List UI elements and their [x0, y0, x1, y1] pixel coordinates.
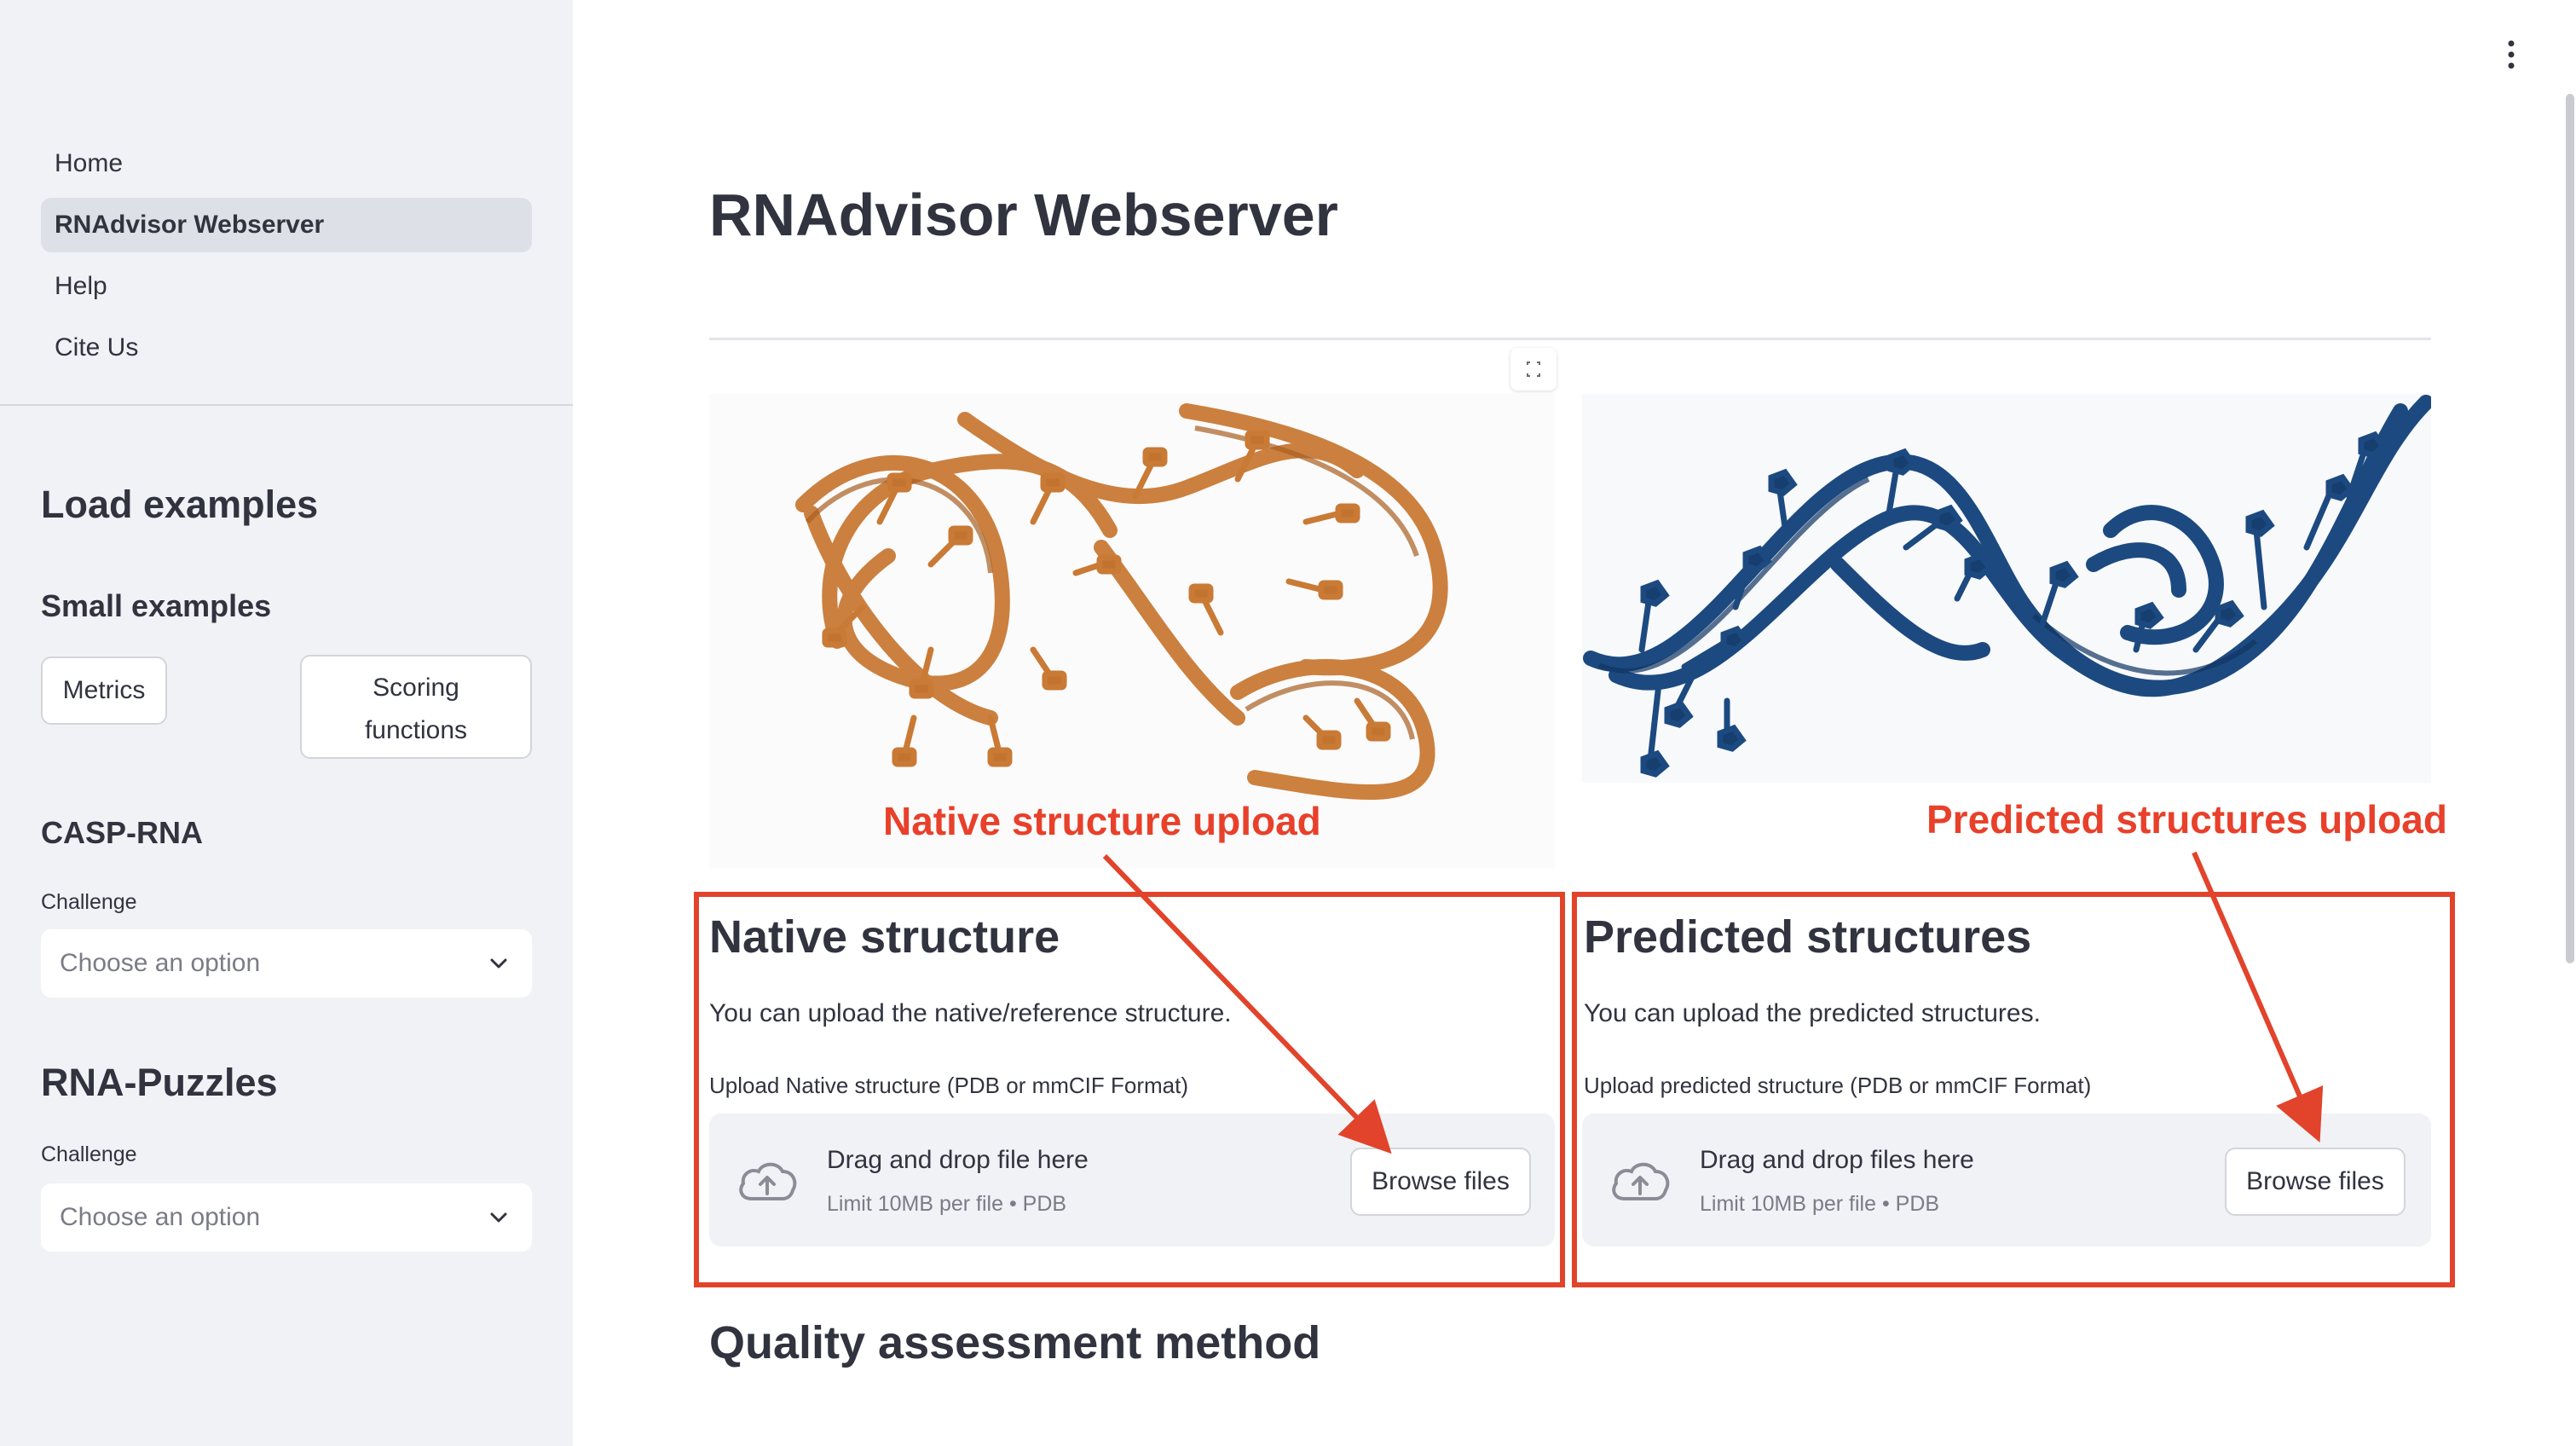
scoring-functions-button[interactable]: Scoring functions	[300, 655, 532, 759]
casp-rna-heading: CASP-RNA	[41, 815, 204, 850]
casp-select-value: Choose an option	[60, 949, 261, 977]
chevron-down-icon	[490, 1212, 507, 1223]
scoring-button-line2: functions	[364, 716, 468, 744]
nav-item-home[interactable]: Home	[41, 136, 532, 191]
nav-item-help[interactable]: Help	[41, 259, 532, 314]
load-examples-heading: Load examples	[41, 483, 319, 526]
sidebar-divider	[0, 404, 573, 406]
rna-puzzles-heading: RNA-Puzzles	[41, 1061, 278, 1104]
casp-challenge-select[interactable]: Choose an option	[41, 929, 532, 998]
sidebar-nav: Home RNAdvisor Webserver Help Cite Us	[41, 136, 532, 382]
page-scrollbar[interactable]	[2566, 94, 2574, 963]
page-title: RNAdvisor Webserver	[709, 182, 1338, 248]
sidebar: Home RNAdvisor Webserver Help Cite Us Lo…	[0, 0, 573, 1446]
title-divider	[709, 338, 2431, 340]
native-rna-render	[795, 403, 1448, 801]
scoring-button-line1: Scoring	[373, 674, 459, 702]
predicted-highlight-box	[1572, 892, 2455, 1287]
casp-challenge-label: Challenge	[41, 890, 137, 914]
predicted-structure-image	[1582, 394, 2431, 783]
fullscreen-icon	[1527, 362, 1540, 377]
native-highlight-box	[694, 892, 1565, 1287]
vertical-dots-icon[interactable]	[2501, 38, 2521, 72]
predicted-rna-render	[1583, 395, 2431, 778]
small-examples-heading: Small examples	[41, 588, 272, 623]
metrics-button[interactable]: Metrics	[41, 656, 167, 725]
nav-item-cite-us[interactable]: Cite Us	[41, 321, 532, 375]
puzzles-challenge-label: Challenge	[41, 1142, 137, 1166]
quality-assessment-heading: Quality assessment method	[709, 1317, 1321, 1368]
annotation-native-upload: Native structure upload	[883, 799, 1321, 843]
native-structure-image	[709, 394, 1555, 868]
nav-item-rnadvisor-webserver[interactable]: RNAdvisor Webserver	[41, 198, 532, 252]
puzzles-select-value: Choose an option	[60, 1203, 261, 1231]
annotation-predicted-upload: Predicted structures upload	[1926, 797, 2447, 842]
fullscreen-button[interactable]	[1510, 348, 1557, 390]
puzzles-challenge-select[interactable]: Choose an option	[41, 1183, 532, 1252]
chevron-down-icon	[490, 958, 507, 969]
